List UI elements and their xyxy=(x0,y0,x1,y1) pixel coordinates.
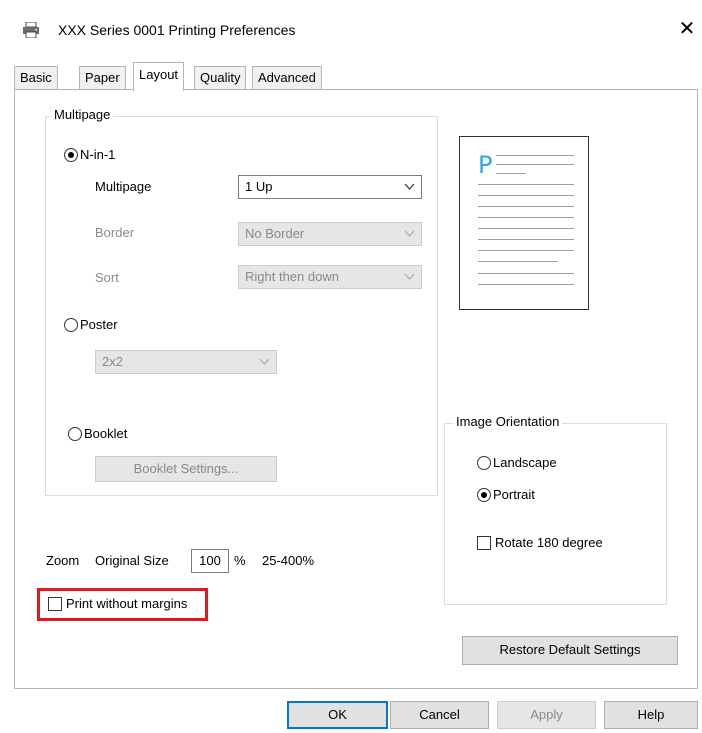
nin1-radio[interactable] xyxy=(64,148,78,162)
rotate-label: Rotate 180 degree xyxy=(495,535,603,550)
preview-line xyxy=(478,206,574,207)
help-button[interactable]: Help xyxy=(604,701,698,729)
printer-icon xyxy=(23,22,39,38)
close-icon[interactable]: ✕ xyxy=(677,18,697,40)
nin1-label: N-in-1 xyxy=(80,147,116,162)
cancel-button[interactable]: Cancel xyxy=(390,701,489,729)
orientation-group-label: Image Orientation xyxy=(453,414,563,429)
multipage-select[interactable]: 1 Up xyxy=(238,175,422,199)
radio-selected-dot xyxy=(68,152,74,158)
preview-line xyxy=(478,250,574,251)
zoom-range: 25-400% xyxy=(262,553,315,568)
preview-line xyxy=(478,239,574,240)
zoom-unit: % xyxy=(234,553,246,568)
multipage-select-value: 1 Up xyxy=(245,179,273,194)
booklet-settings-button[interactable]: Booklet Settings... xyxy=(95,456,277,482)
zoom-label: Zoom xyxy=(46,553,80,568)
apply-button[interactable]: Apply xyxy=(497,701,596,729)
multipage-group-label: Multipage xyxy=(51,107,114,122)
landscape-label: Landscape xyxy=(493,455,557,470)
radio-selected-dot xyxy=(481,492,487,498)
chevron-down-icon xyxy=(404,273,415,280)
title-bar: XXX Series 0001 Printing Preferences ✕ xyxy=(0,0,702,56)
sort-select-value: Right then down xyxy=(245,269,339,284)
preview-line xyxy=(478,184,574,185)
layout-preview: P xyxy=(459,136,589,310)
border-select-value: No Border xyxy=(245,226,305,241)
preview-line xyxy=(478,284,574,285)
poster-select[interactable]: 2x2 xyxy=(95,350,277,374)
tab-advanced[interactable]: Advanced xyxy=(252,66,322,90)
zoom-input[interactable]: 100 xyxy=(191,549,229,573)
preview-letter: P xyxy=(478,151,493,179)
preview-line xyxy=(478,195,574,196)
poster-select-value: 2x2 xyxy=(102,354,123,369)
tab-quality[interactable]: Quality xyxy=(194,66,247,90)
sort-select[interactable]: Right then down xyxy=(238,265,422,289)
preview-line xyxy=(478,261,558,262)
orientation-group xyxy=(444,423,667,605)
preview-line xyxy=(496,164,574,165)
preview-line xyxy=(478,273,574,274)
poster-radio[interactable] xyxy=(64,318,78,332)
portrait-radio[interactable] xyxy=(477,488,491,502)
multipage-count-label: Multipage xyxy=(95,179,152,194)
landscape-radio[interactable] xyxy=(477,456,491,470)
tab-paper[interactable]: Paper xyxy=(79,66,126,90)
border-label: Border xyxy=(95,225,135,240)
tab-basic[interactable]: Basic xyxy=(14,66,58,90)
border-select[interactable]: No Border xyxy=(238,222,422,246)
preview-line xyxy=(496,155,574,156)
poster-label: Poster xyxy=(80,317,118,332)
portrait-label: Portrait xyxy=(493,487,535,502)
tab-layout[interactable]: Layout xyxy=(133,62,185,91)
chevron-down-icon xyxy=(259,358,270,365)
print-without-margins-label: Print without margins xyxy=(66,596,188,611)
sort-label: Sort xyxy=(95,270,119,285)
rotate-checkbox[interactable] xyxy=(477,536,491,550)
chevron-down-icon xyxy=(404,183,415,190)
booklet-label: Booklet xyxy=(84,426,128,441)
restore-default-settings-button[interactable]: Restore Default Settings xyxy=(462,636,678,665)
preview-line xyxy=(478,228,574,229)
zoom-mode: Original Size xyxy=(95,553,169,568)
preview-line xyxy=(478,217,574,218)
booklet-radio[interactable] xyxy=(68,427,82,441)
chevron-down-icon xyxy=(404,230,415,237)
window-title: XXX Series 0001 Printing Preferences xyxy=(58,22,296,38)
ok-button[interactable]: OK xyxy=(287,701,388,729)
print-without-margins-checkbox[interactable] xyxy=(48,597,62,611)
preview-line xyxy=(496,173,526,174)
